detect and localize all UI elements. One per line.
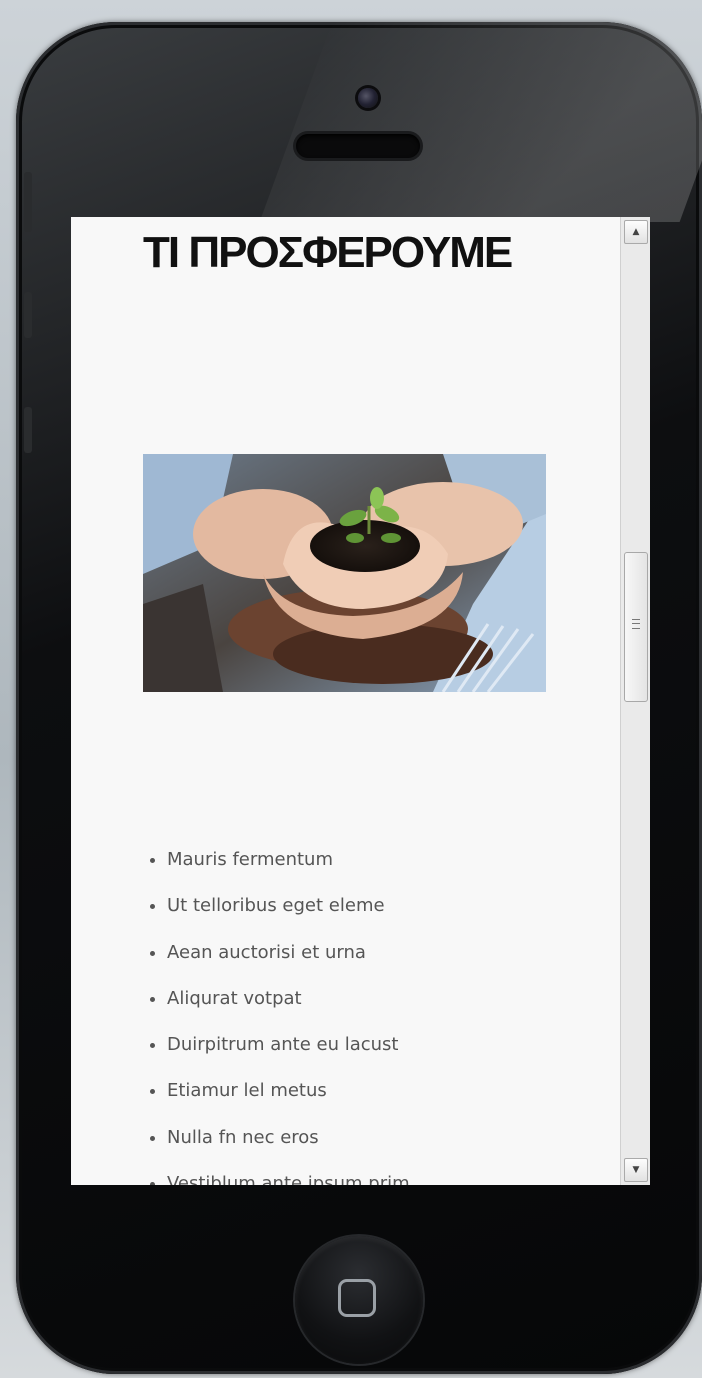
home-button[interactable] xyxy=(295,1236,423,1364)
list-item: Etiamur lel metus xyxy=(167,1078,410,1124)
list-item: Ut telloribus eget eleme xyxy=(167,893,410,939)
scroll-down-button[interactable]: ▼ xyxy=(624,1158,648,1182)
phone-screen: ΤΙ ΠΡΟΣΦΕΡΟΥΜΕ • Mauris fermentum • Ut t… xyxy=(71,217,650,1185)
list-item: Vestiblum ante ipsum prim xyxy=(167,1171,410,1185)
grip-icon xyxy=(632,619,640,629)
page-content: ΤΙ ΠΡΟΣΦΕΡΟΥΜΕ • Mauris fermentum • Ut t… xyxy=(71,217,620,1185)
vertical-scrollbar[interactable]: ▲ ▼ xyxy=(620,217,650,1185)
list-item: Aean auctorisi et urna xyxy=(167,940,410,986)
list-item: Mauris fermentum xyxy=(167,847,410,893)
page-title: ΤΙ ΠΡΟΣΦΕΡΟΥΜΕ xyxy=(143,228,513,277)
features-list: Mauris fermentum Ut telloribus eget elem… xyxy=(145,847,410,1185)
scrollbar-thumb[interactable] xyxy=(624,552,648,702)
list-item: Nulla fn nec eros xyxy=(167,1125,410,1171)
list-item: Aliqurat votpat xyxy=(167,986,410,1032)
hero-image xyxy=(143,454,546,692)
list-item: Duirpitrum ante eu lacust xyxy=(167,1032,410,1078)
mute-switch xyxy=(24,172,32,232)
earpiece-speaker xyxy=(296,134,420,158)
phone-frame: ΤΙ ΠΡΟΣΦΕΡΟΥΜΕ • Mauris fermentum • Ut t… xyxy=(16,22,702,1374)
scroll-up-button[interactable]: ▲ xyxy=(624,220,648,244)
volume-up-button xyxy=(24,292,32,338)
front-camera-icon xyxy=(358,88,378,108)
phone-glare xyxy=(259,22,702,222)
volume-down-button xyxy=(24,407,32,453)
home-square-icon xyxy=(338,1279,376,1317)
